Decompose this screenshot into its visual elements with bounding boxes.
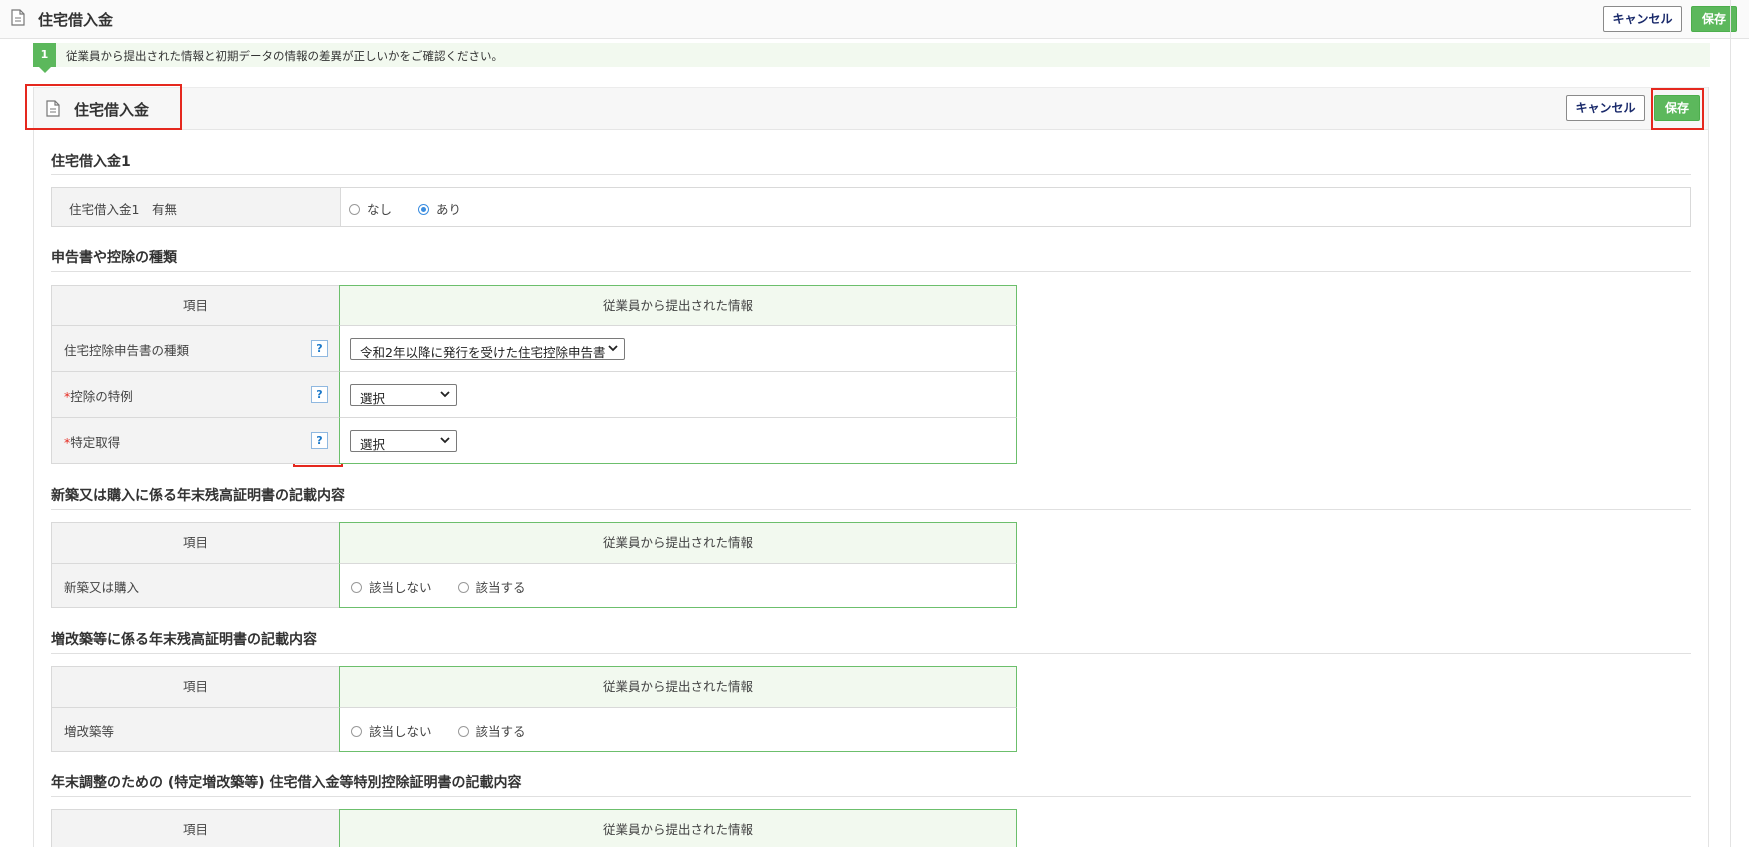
new-purchase-option-no: 該当しない [369, 580, 432, 595]
row-value-cell: 該当しない 該当する [339, 563, 1017, 608]
renovation-label: 増改築等 [64, 724, 115, 739]
loan1-value-cell: なし あり [340, 187, 1691, 227]
row-label-cell: 住宅控除申告書の種類 ? [51, 325, 340, 372]
header-item: 項目 [51, 666, 340, 708]
section-title-deduction-type: 申告書や控除の種類 [51, 250, 177, 266]
row-value-cell: 該当しない 該当する [339, 707, 1017, 752]
section-divider [51, 653, 1691, 654]
renovation-option-yes: 該当する [475, 724, 526, 739]
header-item: 項目 [51, 809, 340, 847]
step-badge-pointer [39, 67, 51, 73]
section-divider [51, 509, 1691, 510]
scrollbar-track[interactable] [1730, 0, 1731, 847]
header-item: 項目 [51, 285, 340, 326]
highlight-save-button [1651, 88, 1704, 130]
loan1-radio-yes[interactable] [418, 204, 429, 215]
document-icon [11, 9, 25, 30]
deduction-type-table: 項目 従業員から提出された情報 住宅控除申告書の種類 ? 令和2年以降に発行を受… [51, 285, 1017, 464]
header-info: 従業員から提出された情報 [339, 809, 1017, 847]
special-deduction-value: 選択 [360, 391, 386, 406]
renovation-radio-yes[interactable] [457, 726, 469, 737]
special-deduction-label: 控除の特例 [70, 389, 133, 404]
declaration-type-label: 住宅控除申告書の種類 [64, 343, 190, 358]
chevron-down-icon [608, 342, 618, 357]
chevron-down-icon [440, 388, 450, 403]
section-title-special-cert: 年末調整のための (特定増改築等) 住宅借入金等特別控除証明書の記載内容 [51, 775, 522, 791]
section-title-loan1: 住宅借入金1 [51, 154, 131, 170]
header-info: 従業員から提出された情報 [339, 666, 1017, 708]
top-bar-title: 住宅借入金 [38, 11, 114, 29]
new-purchase-radio-yes[interactable] [457, 582, 469, 593]
section-title-new-purchase: 新築又は購入に係る年末残高証明書の記載内容 [51, 488, 345, 504]
row-value-cell: 選択 [339, 371, 1017, 418]
row-label-cell: 新築又は購入 [51, 563, 340, 608]
panel-cancel-button[interactable]: キャンセル [1566, 95, 1645, 121]
section-divider [51, 796, 1691, 797]
panel-header: 住宅借入金 [34, 87, 1708, 130]
special-cert-table: 項目 従業員から提出された情報 [51, 809, 1017, 847]
section-divider [51, 271, 1691, 272]
top-bar: 住宅借入金 [0, 0, 1749, 39]
row-label-cell: 増改築等 [51, 707, 340, 752]
new-purchase-label: 新築又は購入 [64, 580, 140, 595]
help-icon[interactable]: ? [311, 340, 328, 357]
row-value-cell: 選択 [339, 417, 1017, 464]
header-item: 項目 [51, 522, 340, 564]
declaration-type-select[interactable]: 令和2年以降に発行を受けた住宅控除申告書 [350, 338, 625, 360]
header-info: 従業員から提出された情報 [339, 522, 1017, 564]
loan1-option-none: なし [367, 202, 393, 217]
section-title-renovation: 増改築等に係る年末残高証明書の記載内容 [51, 632, 317, 648]
new-purchase-option-yes: 該当する [475, 580, 526, 595]
loan1-label-cell: 住宅借入金1 有無 [51, 187, 341, 227]
top-cancel-button[interactable]: キャンセル [1603, 6, 1682, 32]
help-icon[interactable]: ? [311, 432, 328, 449]
renovation-radio-no[interactable] [351, 726, 362, 737]
row-value-cell: 令和2年以降に発行を受けた住宅控除申告書 [339, 325, 1017, 372]
header-info: 従業員から提出された情報 [339, 285, 1017, 326]
new-purchase-radio-group: 該当しない 該当する [351, 577, 548, 596]
notice-text: 従業員から提出された情報と初期データの情報の差異が正しいかをご確認ください。 [66, 49, 503, 63]
help-icon[interactable]: ? [311, 386, 328, 403]
new-purchase-table: 項目 従業員から提出された情報 新築又は購入 該当しない 該当する [51, 522, 1017, 608]
special-deduction-select[interactable]: 選択 [350, 384, 457, 406]
specific-acquisition-label: 特定取得 [70, 435, 121, 450]
specific-acquisition-value: 選択 [360, 437, 386, 452]
new-purchase-radio-no[interactable] [351, 582, 362, 593]
row-label-cell: *特定取得 ? [51, 417, 340, 464]
loan1-radio-group: なし あり [349, 199, 483, 218]
renovation-radio-group: 該当しない 該当する [351, 721, 548, 740]
section-divider [51, 174, 1691, 175]
step-badge: 1 [33, 43, 56, 67]
renovation-table: 項目 従業員から提出された情報 増改築等 該当しない 該当する [51, 666, 1017, 752]
loan1-radio-none[interactable] [349, 204, 360, 215]
renovation-option-no: 該当しない [369, 724, 432, 739]
specific-acquisition-select[interactable]: 選択 [350, 430, 457, 452]
panel-left-border [33, 87, 34, 847]
panel-right-border [1708, 87, 1709, 847]
loan1-option-yes: あり [436, 202, 462, 217]
declaration-type-value: 令和2年以降に発行を受けた住宅控除申告書 [360, 345, 606, 360]
row-label-cell: *控除の特例 ? [51, 371, 340, 418]
chevron-down-icon [440, 434, 450, 449]
loan1-label: 住宅借入金1 有無 [69, 202, 177, 217]
highlight-panel-title [25, 84, 182, 130]
